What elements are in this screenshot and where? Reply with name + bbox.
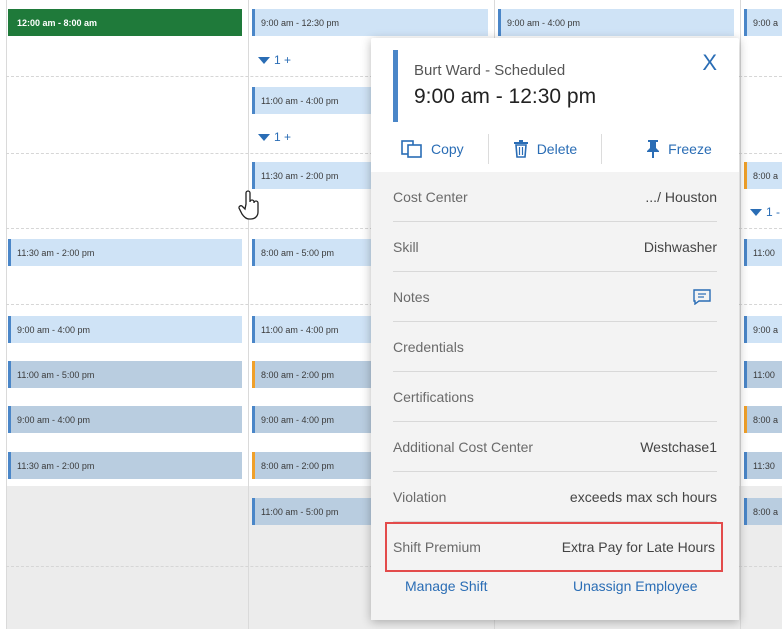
more-shifts-toggle[interactable]: 1 + — [258, 53, 291, 67]
shift-label: 11:30 — [753, 460, 775, 471]
detail-value: .../ Houston — [645, 188, 717, 205]
detail-label: Additional Cost Center — [393, 438, 534, 455]
shift-block[interactable]: 9:00 am - 4:00 pm — [8, 316, 242, 343]
trash-icon — [513, 140, 528, 158]
detail-label: Cost Center — [393, 188, 468, 205]
shift-block[interactable]: 8:00 a — [744, 406, 782, 433]
detail-row-shift-premium: Shift Premium Extra Pay for Late Hours — [385, 522, 723, 572]
shift-label: 9:00 a — [753, 17, 779, 28]
shift-label: 9:00 am - 4:00 pm — [17, 324, 91, 335]
shift-label: 9:00 am - 12:30 pm — [261, 17, 340, 28]
detail-row-skill: Skill Dishwasher — [393, 222, 717, 272]
detail-label: Violation — [393, 488, 447, 505]
shift-label: 8:00 a — [753, 506, 779, 517]
column-divider — [6, 0, 7, 629]
shift-label: 11:00 am - 4:00 pm — [261, 95, 339, 106]
detail-value: exceeds max sch hours — [569, 488, 717, 505]
shift-block[interactable]: 9:00 am - 4:00 pm — [498, 9, 734, 36]
detail-value: Extra Pay for Late Hours — [561, 539, 715, 555]
delete-button[interactable]: Delete — [513, 140, 577, 158]
detail-label: Shift Premium — [393, 539, 481, 555]
shift-block[interactable]: 9:00 am - 4:00 pm — [8, 406, 242, 433]
detail-row-additional-cost-center: Additional Cost Center Westchase1 — [393, 422, 717, 472]
caret-down-icon — [750, 208, 762, 216]
column-divider — [740, 0, 741, 629]
manage-shift-link[interactable]: Manage Shift — [405, 578, 488, 594]
shift-label: 11:30 am - 2:00 pm — [17, 247, 95, 258]
shift-label: 8:00 am - 5:00 pm — [261, 247, 335, 258]
action-divider — [487, 134, 489, 164]
shift-label: 8:00 a — [753, 414, 779, 425]
copy-button[interactable]: Copy — [401, 140, 464, 158]
shift-label: 12:00 am - 8:00 am — [17, 17, 98, 28]
caret-down-icon — [258, 56, 270, 64]
shift-label: 8:00 am - 2:00 pm — [261, 369, 335, 380]
shift-label: 11:00 — [753, 369, 775, 380]
copy-label: Copy — [431, 141, 464, 157]
shift-label: 8:00 am - 2:00 pm — [261, 460, 335, 471]
close-icon[interactable]: X — [702, 50, 717, 76]
more-count: 1 + — [274, 130, 292, 144]
shift-label: 9:00 a — [753, 324, 779, 335]
shift-label: 9:00 am - 4:00 pm — [507, 17, 581, 28]
shift-block[interactable]: 11:00 — [744, 239, 782, 266]
column-divider — [248, 0, 249, 629]
detail-label: Certifications — [393, 388, 474, 405]
shift-label: 11:00 am - 5:00 pm — [261, 506, 339, 517]
more-count: 1 + — [274, 53, 292, 67]
detail-label: Credentials — [393, 338, 464, 355]
action-divider — [601, 134, 603, 164]
shift-time: 9:00 am - 12:30 pm — [414, 85, 597, 108]
shift-block[interactable]: 11:00 am - 5:00 pm — [8, 361, 242, 388]
notes-comment-icon[interactable] — [693, 288, 711, 305]
shift-block[interactable]: 9:00 a — [744, 9, 782, 36]
shift-label: 11:00 am - 5:00 pm — [17, 369, 95, 380]
detail-row-cost-center: Cost Center .../ Houston — [393, 172, 717, 222]
shift-block[interactable]: 8:00 a — [744, 162, 782, 189]
shift-details-list: Cost Center .../ Houston Skill Dishwashe… — [371, 172, 739, 620]
delete-label: Delete — [536, 141, 578, 157]
shift-block[interactable]: 11:30 am - 2:00 pm — [8, 239, 242, 266]
detail-value: Dishwasher — [643, 238, 717, 255]
detail-row-notes: Notes — [393, 272, 717, 322]
detail-row-violation: Violation exceeds max sch hours — [393, 472, 717, 522]
detail-label: Notes — [393, 288, 430, 305]
more-shifts-toggle[interactable]: 1 - — [750, 205, 780, 219]
popover-header: Burt Ward - Scheduled 9:00 am - 12:30 pm — [393, 50, 596, 122]
shift-label: 11:30 am - 2:00 pm — [261, 170, 339, 181]
freeze-label: Freeze — [668, 141, 712, 157]
shift-block[interactable]: 8:00 a — [744, 498, 782, 525]
detail-label: Skill — [393, 238, 419, 255]
hand-pointer-cursor-icon — [238, 190, 259, 220]
shift-block[interactable]: 11:00 — [744, 361, 782, 388]
shift-label: 11:00 — [753, 247, 775, 258]
shift-block[interactable]: 12:00 am - 8:00 am — [8, 9, 242, 36]
detail-row-credentials: Credentials — [393, 322, 717, 372]
shift-label: 11:30 am - 2:00 pm — [17, 460, 95, 471]
detail-value: Westchase1 — [640, 438, 717, 455]
unassign-employee-link[interactable]: Unassign Employee — [573, 578, 698, 594]
shift-block[interactable]: 9:00 am - 12:30 pm — [252, 9, 488, 36]
freeze-button[interactable]: Freeze — [646, 140, 712, 158]
popover-actions: Copy Delete Freeze — [371, 132, 739, 166]
shift-label: 8:00 a — [753, 170, 779, 181]
shift-block[interactable]: 11:30 — [744, 452, 782, 479]
detail-row-certifications: Certifications — [393, 372, 717, 422]
shift-block[interactable]: 11:30 am - 2:00 pm — [8, 452, 242, 479]
caret-down-icon — [258, 133, 270, 141]
shift-label: 9:00 am - 4:00 pm — [17, 414, 91, 425]
shift-block[interactable]: 9:00 a — [744, 316, 782, 343]
employee-status-title: Burt Ward - Scheduled — [414, 62, 566, 79]
shift-details-popover: Burt Ward - Scheduled 9:00 am - 12:30 pm… — [371, 38, 739, 620]
shift-label: 11:00 am - 4:00 pm — [261, 324, 339, 335]
more-count: 1 - — [766, 205, 781, 219]
more-shifts-toggle[interactable]: 1 + — [258, 130, 291, 144]
pin-icon — [647, 140, 660, 158]
copy-icon — [401, 140, 422, 158]
shift-label: 9:00 am - 4:00 pm — [261, 414, 335, 425]
